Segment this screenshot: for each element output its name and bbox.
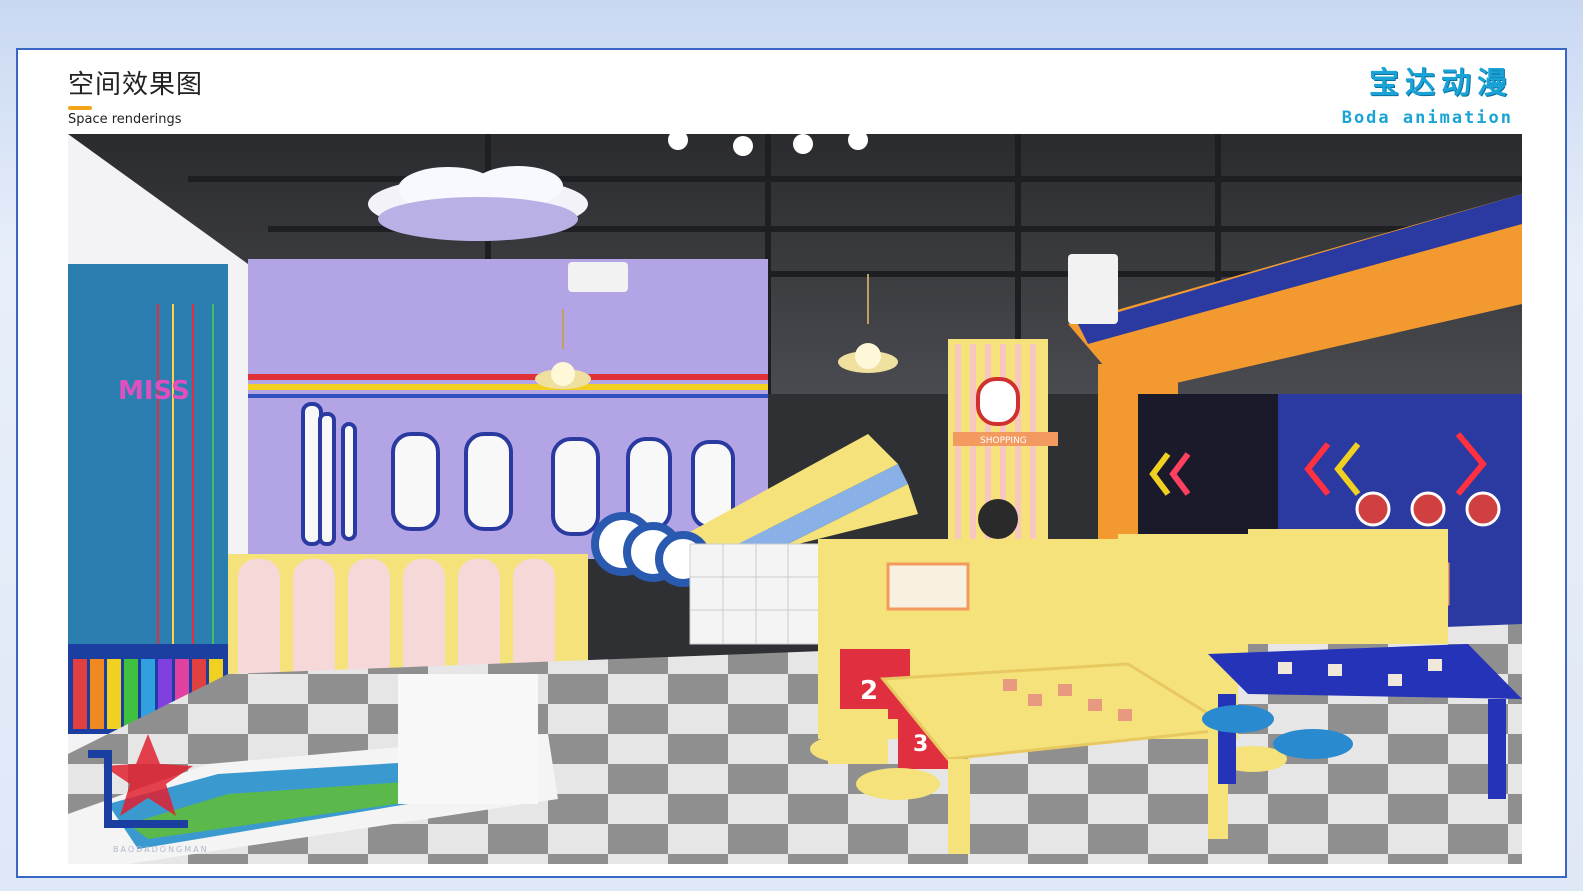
cubby-shelf	[689, 543, 821, 645]
play-house-tower: SHOPPING	[948, 339, 1058, 569]
block-number-3: 3	[913, 732, 928, 757]
slide-subtitle: Space renderings	[68, 112, 182, 127]
watermark-text: BAODADONGMAN	[113, 845, 209, 854]
wall-sign-text: MISS	[118, 376, 190, 406]
slide: 空间效果图 Space renderings 宝达动漫 Boda animati…	[16, 48, 1567, 878]
brand-logo-en: Boda animation	[1341, 108, 1513, 128]
slide-title: 空间效果图	[68, 70, 204, 100]
space-rendering-image: MISS SHOPPING 2 3 BAODADONGMAN	[68, 134, 1522, 864]
title-accent-bar	[68, 106, 92, 110]
rendering-illustration: MISS SHOPPING 2 3 BAODADONGMAN	[68, 134, 1522, 864]
block-number-2: 2	[860, 676, 878, 706]
brand-logo-cn: 宝达动漫	[1369, 66, 1513, 101]
wall-stripes	[248, 374, 768, 398]
shop-sign-text: SHOPPING	[980, 436, 1027, 446]
